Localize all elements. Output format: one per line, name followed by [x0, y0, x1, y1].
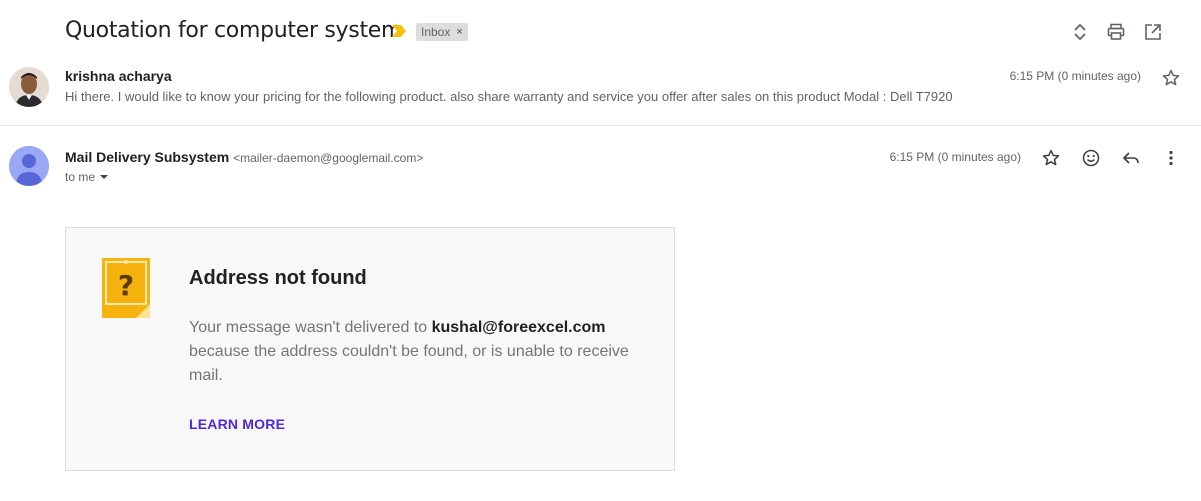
sender-email: <mailer-daemon@googlemail.com>	[233, 151, 424, 165]
undeliverable-address: kushal@foreexcel.com	[431, 319, 606, 336]
sender-name: krishna acharya	[65, 68, 172, 84]
print-icon[interactable]	[1105, 21, 1127, 43]
svg-text:?: ?	[118, 269, 134, 302]
star-icon[interactable]	[1040, 147, 1062, 169]
message-snippet: Hi there. I would like to know your pric…	[65, 89, 953, 104]
thread-toolbar	[1061, 21, 1201, 43]
subject-row: Quotation for computer system Inbox ×	[0, 0, 1201, 62]
more-options-icon[interactable]	[1160, 147, 1182, 169]
expand-collapse-icon[interactable]	[1069, 21, 1091, 43]
message-time: 6:15 PM (0 minutes ago)	[889, 150, 1021, 164]
message-time: 6:15 PM (0 minutes ago)	[1009, 69, 1141, 83]
add-reaction-icon[interactable]	[1080, 147, 1102, 169]
bounce-message-prefix: Your message wasn't delivered to	[189, 319, 432, 336]
email-subject: Quotation for computer system	[65, 18, 403, 43]
importance-marker-icon[interactable]	[392, 25, 406, 37]
learn-more-link[interactable]: LEARN MORE	[189, 416, 285, 432]
remove-label-button[interactable]: ×	[456, 23, 462, 41]
message-collapsed[interactable]: krishna acharya Hi there. I would like t…	[0, 62, 1201, 126]
avatar	[9, 67, 49, 107]
sender-line: Mail Delivery Subsystem <mailer-daemon@g…	[65, 149, 423, 165]
bounce-notice-card: ? Address not found Your message wasn't …	[65, 227, 675, 471]
message-expanded: Mail Delivery Subsystem <mailer-daemon@g…	[0, 127, 1201, 501]
recipient-label: to me	[65, 170, 96, 184]
bounce-message: Your message wasn't delivered to kushal@…	[189, 316, 649, 388]
chevron-down-icon	[100, 175, 109, 179]
sender-name: Mail Delivery Subsystem	[65, 149, 230, 165]
reply-icon[interactable]	[1120, 147, 1142, 169]
inbox-label: Inbox	[421, 25, 451, 39]
bounce-title: Address not found	[189, 267, 367, 289]
open-in-new-window-icon[interactable]	[1142, 21, 1164, 43]
recipient-details-toggle[interactable]: to me	[65, 170, 109, 184]
avatar	[9, 146, 49, 186]
star-icon[interactable]	[1161, 68, 1181, 88]
bounce-message-suffix: because the address couldn't be found, o…	[189, 343, 629, 384]
warning-note-icon: ?	[102, 258, 150, 318]
inbox-label-chip: Inbox ×	[416, 23, 468, 41]
